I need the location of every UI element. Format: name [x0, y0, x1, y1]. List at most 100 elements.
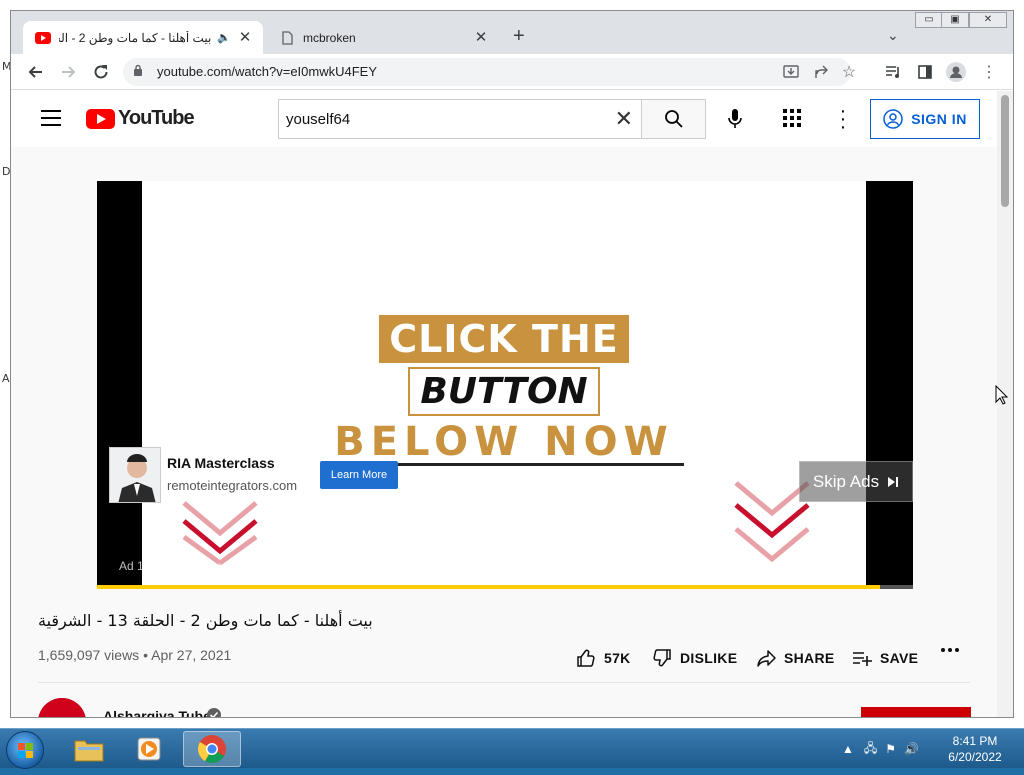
verified-check-icon: [207, 708, 221, 717]
advertiser-name: RIA Masterclass: [167, 455, 275, 471]
view-count: 1,659,097 views: [38, 647, 140, 663]
chevron-down-icon: [182, 501, 258, 565]
clock-time: 8:41 PM: [952, 734, 998, 748]
media-player-icon: [137, 737, 161, 761]
ad-overlay-card[interactable]: RIA Masterclass remoteintegrators.com Le…: [109, 447, 401, 503]
search-icon: [664, 110, 683, 128]
tab-search-chevron-icon[interactable]: ⌄: [887, 27, 899, 44]
apps-grid-icon[interactable]: [783, 109, 803, 129]
thumbs-up-icon: [577, 649, 595, 667]
file-explorer-icon: [74, 740, 104, 762]
back-arrow-icon[interactable]: [25, 62, 45, 82]
taskbar-chrome[interactable]: [183, 731, 241, 767]
system-tray: ▲ 🖧 ⚑ 🔊: [842, 737, 919, 761]
video-meta: 1,659,097 views • Apr 27, 2021: [38, 647, 231, 663]
search-button[interactable]: [642, 99, 706, 139]
lock-icon[interactable]: [133, 64, 143, 82]
ad-headline-2: BUTTON: [142, 367, 866, 416]
network-icon[interactable]: 🖧: [864, 739, 877, 760]
ad-creative[interactable]: CLICK THE BUTTON BELOW NOW: [142, 181, 866, 585]
sign-in-button[interactable]: SIGN IN: [870, 99, 980, 139]
advertiser-photo: [109, 447, 161, 503]
desktop-icon-label: A: [2, 372, 10, 385]
browser-toolbar: youtube.com/watch?v=eI0mwkU4FEY ☆ ⋮: [11, 54, 1013, 90]
install-app-icon[interactable]: [781, 62, 801, 82]
scrollbar-thumb[interactable]: [1001, 95, 1009, 207]
more-options-icon[interactable]: · · ·: [839, 101, 847, 137]
chrome-menu-icon[interactable]: ⋮: [979, 62, 999, 82]
reload-icon[interactable]: [91, 62, 111, 82]
ad-info-text: Ad 1 of 2 · 0:01 · remoteintegrators.com: [119, 559, 332, 573]
close-tab-icon[interactable]: ✕: [473, 29, 489, 46]
show-hidden-icons[interactable]: ▲: [842, 742, 854, 756]
ad-underline: [384, 463, 684, 466]
playlist-add-icon: [853, 652, 872, 666]
subscribe-button[interactable]: SUBSCRIBE: [861, 707, 971, 717]
skip-ads-button[interactable]: Skip Ads: [799, 461, 913, 502]
user-circle-icon: [883, 109, 903, 129]
tab-title: mcbroken: [303, 30, 356, 45]
share-button[interactable]: SHARE: [756, 648, 835, 668]
speaker-icon[interactable]: 🔈: [217, 31, 231, 44]
upload-date: Apr 27, 2021: [151, 647, 232, 663]
meta-separator: •: [143, 647, 148, 663]
taskbar-file-explorer[interactable]: [60, 731, 118, 767]
clear-search-icon[interactable]: ✕: [615, 107, 633, 131]
channel-avatar[interactable]: [38, 698, 86, 717]
dislike-button[interactable]: DISLIKE: [652, 648, 737, 668]
save-button[interactable]: SAVE: [852, 648, 918, 668]
address-bar[interactable]: youtube.com/watch?v=eI0mwkU4FEY ☆: [123, 58, 856, 86]
generic-page-icon: [279, 30, 295, 46]
clock-date: 6/20/2022: [948, 750, 1002, 764]
new-tab-button[interactable]: +: [513, 26, 525, 46]
video-title: بيت أهلنا - كما مات وطن 2 - الحلقة 13 - …: [38, 611, 373, 630]
youtube-play-icon: [86, 108, 115, 129]
profile-avatar-icon[interactable]: [946, 62, 966, 82]
skip-next-icon: [888, 476, 899, 487]
mouse-cursor-icon: [995, 385, 1009, 405]
progress-fill: [97, 585, 881, 589]
youtube-icon: [35, 30, 51, 46]
youtube-page: YouTube youself64 ✕ · · · SIGN IN CLICK …: [11, 91, 997, 717]
youtube-header: YouTube youself64 ✕ · · · SIGN IN: [11, 91, 997, 147]
tab-title: بيت أهلنا - كما مات وطن 2 - الحلقة 13: [59, 30, 212, 45]
volume-icon[interactable]: 🔊: [904, 742, 919, 756]
progress-bar[interactable]: [97, 585, 913, 589]
chrome-icon: [198, 735, 226, 763]
tab-mcbroken[interactable]: mcbroken ✕: [267, 21, 499, 54]
action-center-flag-icon[interactable]: ⚑: [885, 742, 896, 756]
windows-logo-icon: [18, 743, 33, 758]
youtube-logo[interactable]: YouTube: [86, 107, 195, 130]
video-player[interactable]: CLICK THE BUTTON BELOW NOW RIA Mastercla…: [97, 181, 913, 589]
search-box[interactable]: youself64 ✕: [278, 99, 642, 139]
channel-name[interactable]: Alsharqiya Tube: [103, 708, 211, 717]
like-button[interactable]: 57K: [576, 648, 631, 668]
learn-more-button[interactable]: Learn More: [320, 461, 398, 489]
tab-youtube[interactable]: بيت أهلنا - كما مات وطن 2 - الحلقة 13 🔈 …: [23, 21, 263, 54]
ad-headline-1: CLICK THE: [142, 315, 866, 363]
tab-strip: بيت أهلنا - كما مات وطن 2 - الحلقة 13 🔈 …: [11, 11, 1013, 54]
close-tab-icon[interactable]: ✕: [237, 29, 253, 46]
hamburger-menu-icon[interactable]: [41, 110, 61, 126]
bookmark-star-icon[interactable]: ☆: [839, 62, 859, 82]
forward-arrow-icon[interactable]: [59, 62, 79, 82]
media-controls-icon[interactable]: [883, 62, 903, 82]
close-window-button[interactable]: ✕: [969, 12, 1007, 28]
taskbar-media-player[interactable]: [120, 731, 178, 767]
microphone-icon[interactable]: [721, 105, 749, 133]
advertiser-domain[interactable]: remoteintegrators.com: [167, 478, 297, 493]
start-button[interactable]: [6, 731, 44, 769]
url-text: youtube.com/watch?v=eI0mwkU4FEY: [157, 64, 378, 79]
section-divider: [38, 682, 970, 683]
browser-window: بيت أهلنا - كما مات وطن 2 - الحلقة 13 🔈 …: [10, 10, 1014, 718]
side-panel-icon[interactable]: [915, 62, 935, 82]
share-page-icon[interactable]: [811, 62, 831, 82]
taskbar-clock[interactable]: 8:41 PM 6/20/2022: [940, 733, 1010, 765]
search-input[interactable]: youself64: [286, 111, 350, 128]
share-arrow-icon: [757, 650, 776, 667]
windows-taskbar: ▲ 🖧 ⚑ 🔊 8:41 PM 6/20/2022: [0, 728, 1024, 769]
maximize-button[interactable]: ▣: [941, 12, 969, 28]
thumbs-down-icon: [653, 649, 671, 667]
more-actions-icon[interactable]: [941, 648, 967, 652]
minimize-button[interactable]: ▭: [915, 12, 943, 28]
